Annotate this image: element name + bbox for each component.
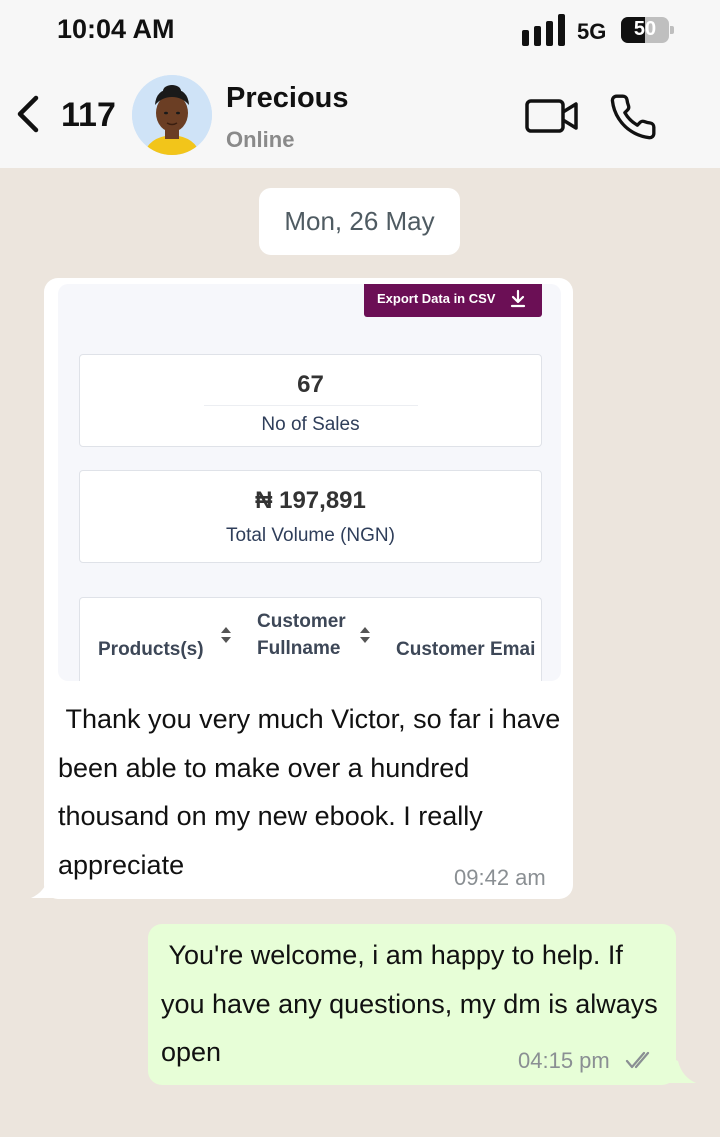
status-time: 10:04 AM — [57, 14, 175, 44]
network-type: 5G — [577, 19, 607, 44]
outgoing-message-time: 04:15 pm — [518, 1048, 610, 1073]
contact-status: Online — [226, 127, 295, 152]
video-call-icon[interactable] — [524, 96, 580, 136]
incoming-message-time: 09:42 am — [454, 865, 546, 890]
total-volume-value: ₦ 197,891 — [255, 487, 366, 514]
unread-count[interactable]: 117 — [61, 96, 116, 135]
avatar-image — [132, 75, 212, 155]
chat-header: 117 Precious Online — [0, 60, 720, 168]
card-divider — [203, 405, 418, 406]
export-csv-button: Export Data in CSV — [364, 284, 542, 317]
download-icon — [510, 289, 526, 308]
sales-count-label: No of Sales — [261, 414, 360, 435]
total-volume-card: ₦ 197,891 Total Volume (NGN) — [79, 470, 542, 563]
total-volume-label: Total Volume (NGN) — [226, 525, 395, 546]
battery-level: 50 — [633, 18, 657, 40]
battery-icon: 50 — [621, 17, 669, 43]
sort-icon — [360, 627, 370, 643]
status-bar: 10:04 AM 5G 50 — [0, 0, 720, 60]
back-arrow-icon[interactable] — [14, 94, 44, 134]
double-check-icon — [625, 1051, 650, 1069]
export-csv-label: Export Data in CSV — [377, 291, 496, 306]
contact-name[interactable]: Precious — [226, 82, 349, 115]
incoming-message-text: Thank you very much Victor, so far i hav… — [58, 704, 568, 880]
sort-icon — [221, 627, 231, 643]
column-customer-fullname: Customer Fullname — [257, 611, 346, 659]
date-separator: Mon, 26 May — [259, 188, 460, 255]
column-products: Products(s) — [98, 639, 204, 660]
sales-count-card: 67 No of Sales — [79, 354, 542, 447]
phone-call-icon[interactable] — [608, 92, 658, 142]
battery-tip — [670, 26, 674, 34]
incoming-message-bubble[interactable]: Export Data in CSV 67 No of Sales ₦ 197,… — [44, 278, 573, 899]
chat-area[interactable]: Mon, 26 May Export Data in CSV 67 No of … — [0, 168, 720, 1137]
column-customer-email: Customer Emai — [396, 639, 536, 660]
signal-bars-icon — [522, 14, 566, 46]
contact-avatar[interactable] — [132, 75, 212, 155]
outgoing-message-bubble[interactable]: You're welcome, i am happy to help. If y… — [148, 924, 676, 1085]
sales-table-header: Products(s) Customer Fullname Customer E… — [79, 597, 542, 681]
shared-screenshot-image[interactable]: Export Data in CSV 67 No of Sales ₦ 197,… — [58, 284, 561, 681]
sales-count-value: 67 — [297, 371, 324, 398]
